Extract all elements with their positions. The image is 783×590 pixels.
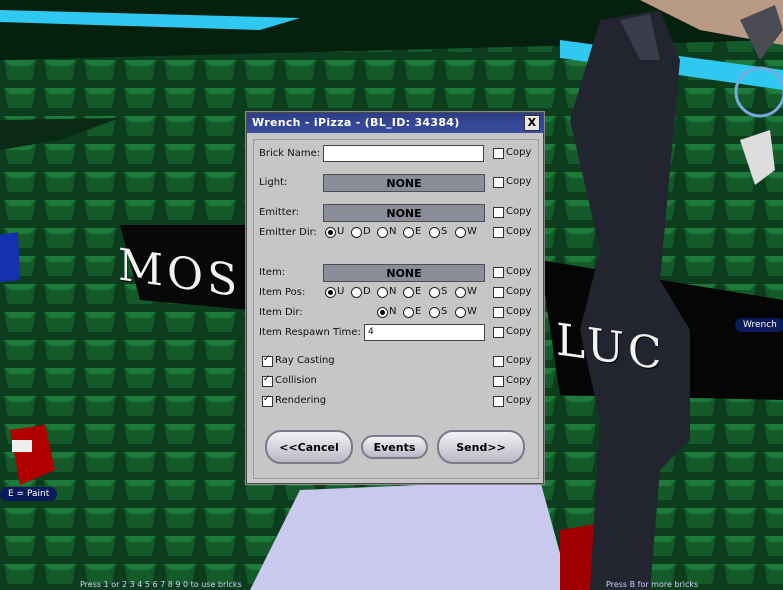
radio-label: S bbox=[441, 226, 448, 237]
emitter-dir-radio-s[interactable] bbox=[429, 227, 440, 238]
ray-casting-label: Ray Casting bbox=[275, 355, 335, 366]
rendering-row: Rendering Copy bbox=[254, 393, 538, 411]
copy-item-dir-checkbox[interactable] bbox=[493, 307, 504, 318]
item-dir-label: Item Dir: bbox=[259, 307, 303, 318]
copy-emitter-checkbox[interactable] bbox=[493, 207, 504, 218]
emitter-label: Emitter: bbox=[259, 207, 300, 218]
emitter-row: Emitter: NONE Copy bbox=[254, 204, 538, 222]
emitter-dir-radio-n[interactable] bbox=[377, 227, 388, 238]
copy-label: Copy bbox=[506, 326, 532, 337]
radio-label: W bbox=[467, 226, 477, 237]
copy-label: Copy bbox=[506, 375, 532, 386]
radio-label: W bbox=[467, 306, 477, 317]
radio-label: N bbox=[389, 306, 397, 317]
emitter-dir-row: Emitter Dir: U D N E S W Copy bbox=[254, 224, 538, 242]
item-dir-row: Item Dir: N E S W Copy bbox=[254, 304, 538, 322]
collision-checkbox[interactable] bbox=[262, 374, 273, 387]
paint-hint-label: E = Paint bbox=[0, 487, 58, 501]
dialog-title: Wrench - iPizza - (BL_ID: 34384) bbox=[252, 116, 460, 129]
item-selector[interactable]: NONE bbox=[323, 264, 485, 282]
copy-label: Copy bbox=[506, 355, 532, 366]
collision-row: Collision Copy bbox=[254, 373, 538, 391]
copy-label: Copy bbox=[506, 206, 532, 217]
item-row: Item: NONE Copy bbox=[254, 264, 538, 282]
copy-label: Copy bbox=[506, 266, 532, 277]
radio-label: E bbox=[415, 226, 422, 237]
item-label: Item: bbox=[259, 267, 286, 278]
radio-label: W bbox=[467, 286, 477, 297]
rendering-checkbox[interactable] bbox=[262, 394, 273, 407]
item-pos-radio-n[interactable] bbox=[377, 287, 388, 298]
radio-label: D bbox=[363, 226, 371, 237]
item-pos-radio-s[interactable] bbox=[429, 287, 440, 298]
radio-label: D bbox=[363, 286, 371, 297]
copy-collision-checkbox[interactable] bbox=[493, 376, 504, 387]
radio-label: E bbox=[415, 306, 422, 317]
copy-brick-name-checkbox[interactable] bbox=[493, 148, 504, 159]
copy-ray-casting-checkbox[interactable] bbox=[493, 356, 504, 367]
item-respawn-label: Item Respawn Time: bbox=[259, 327, 361, 338]
ray-casting-row: Ray Casting Copy bbox=[254, 353, 538, 371]
copy-emitter-dir-checkbox[interactable] bbox=[493, 227, 504, 238]
item-respawn-input[interactable]: 4 bbox=[364, 324, 485, 341]
wrench-tool-label: Wrench bbox=[735, 318, 783, 332]
copy-label: Copy bbox=[506, 306, 532, 317]
brick-name-input[interactable] bbox=[323, 145, 484, 162]
radio-label: S bbox=[441, 306, 448, 317]
dialog-titlebar[interactable]: Wrench - iPizza - (BL_ID: 34384) X bbox=[247, 113, 543, 133]
collision-label: Collision bbox=[275, 375, 317, 386]
copy-label: Copy bbox=[506, 147, 532, 158]
dialog-body: Brick Name: Copy Light: NONE Copy Emitte… bbox=[253, 139, 539, 479]
cancel-button[interactable]: <<Cancel bbox=[265, 430, 353, 464]
light-row: Light: NONE Copy bbox=[254, 174, 538, 192]
ray-casting-checkbox[interactable] bbox=[262, 354, 273, 367]
emitter-dir-label: Emitter Dir: bbox=[259, 227, 317, 238]
emitter-selector[interactable]: NONE bbox=[323, 204, 485, 222]
brick-name-label: Brick Name: bbox=[259, 148, 321, 159]
item-dir-radio-e[interactable] bbox=[403, 307, 414, 318]
rendering-label: Rendering bbox=[275, 395, 327, 406]
close-button[interactable]: X bbox=[524, 115, 540, 131]
item-respawn-row: Item Respawn Time: 4 Copy bbox=[254, 324, 538, 342]
radio-label: N bbox=[389, 226, 397, 237]
item-pos-radio-d[interactable] bbox=[351, 287, 362, 298]
bottom-hud-bar: Press 1 or 2 3 4 5 6 7 8 9 0 to use bric… bbox=[0, 580, 783, 590]
copy-label: Copy bbox=[506, 176, 532, 187]
radio-label: S bbox=[441, 286, 448, 297]
copy-rendering-checkbox[interactable] bbox=[493, 396, 504, 407]
radio-label: U bbox=[337, 286, 345, 297]
copy-light-checkbox[interactable] bbox=[493, 177, 504, 188]
light-selector[interactable]: NONE bbox=[323, 174, 485, 192]
item-pos-row: Item Pos: U D N E S W Copy bbox=[254, 284, 538, 302]
brick-name-row: Brick Name: Copy bbox=[254, 145, 538, 163]
radio-label: E bbox=[415, 286, 422, 297]
item-dir-radio-n[interactable] bbox=[377, 307, 388, 318]
copy-item-pos-checkbox[interactable] bbox=[493, 287, 504, 298]
events-button[interactable]: Events bbox=[361, 435, 428, 459]
copy-label: Copy bbox=[506, 286, 532, 297]
radio-label: U bbox=[337, 226, 345, 237]
copy-label: Copy bbox=[506, 395, 532, 406]
item-pos-label: Item Pos: bbox=[259, 287, 306, 298]
light-label: Light: bbox=[259, 177, 288, 188]
emitter-dir-radio-e[interactable] bbox=[403, 227, 414, 238]
copy-item-respawn-checkbox[interactable] bbox=[493, 327, 504, 338]
send-button[interactable]: Send>> bbox=[437, 430, 525, 464]
brick-hint-right: Press B for more bricks bbox=[606, 580, 699, 589]
emitter-dir-radio-w[interactable] bbox=[455, 227, 466, 238]
brick-hint-left: Press 1 or 2 3 4 5 6 7 8 9 0 to use bric… bbox=[80, 580, 242, 589]
item-pos-radio-e[interactable] bbox=[403, 287, 414, 298]
item-dir-radio-s[interactable] bbox=[429, 307, 440, 318]
item-pos-radio-w[interactable] bbox=[455, 287, 466, 298]
copy-label: Copy bbox=[506, 226, 532, 237]
item-dir-radio-w[interactable] bbox=[455, 307, 466, 318]
item-pos-radio-u[interactable] bbox=[325, 287, 336, 298]
copy-item-checkbox[interactable] bbox=[493, 267, 504, 278]
radio-label: N bbox=[389, 286, 397, 297]
wrench-dialog: Wrench - iPizza - (BL_ID: 34384) X Brick… bbox=[246, 112, 544, 484]
emitter-dir-radio-d[interactable] bbox=[351, 227, 362, 238]
emitter-dir-radio-u[interactable] bbox=[325, 227, 336, 238]
